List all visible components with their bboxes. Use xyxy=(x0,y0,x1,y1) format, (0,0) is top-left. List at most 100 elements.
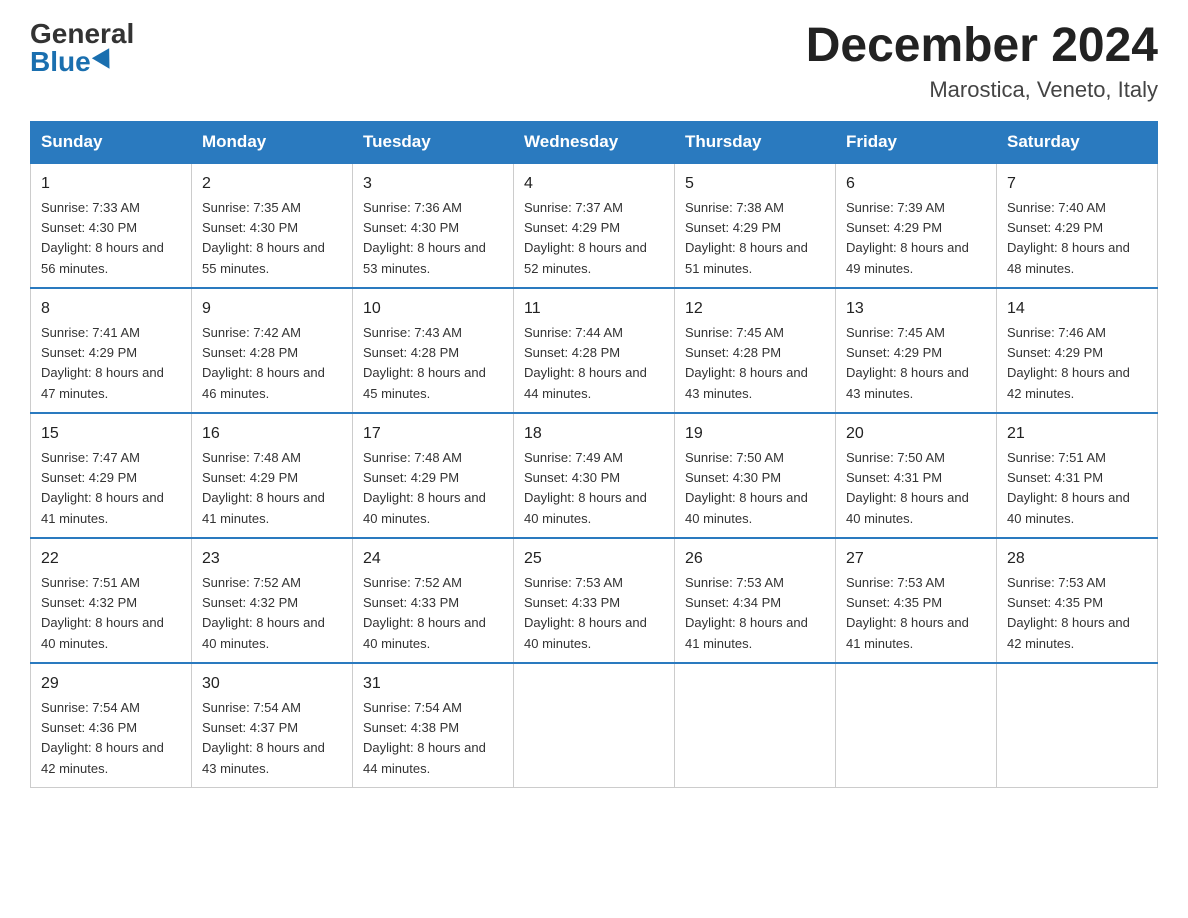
calendar-day-cell: 18 Sunrise: 7:49 AMSunset: 4:30 PMDayligh… xyxy=(514,413,675,538)
day-info: Sunrise: 7:40 AMSunset: 4:29 PMDaylight:… xyxy=(1007,200,1130,276)
day-info: Sunrise: 7:50 AMSunset: 4:31 PMDaylight:… xyxy=(846,450,969,526)
calendar-day-cell: 8 Sunrise: 7:41 AMSunset: 4:29 PMDaylight… xyxy=(31,288,192,413)
calendar-day-cell: 4Sunrise: 7:37 AMSunset: 4:29 PMDaylight… xyxy=(514,163,675,288)
calendar-day-cell xyxy=(675,663,836,788)
day-number: 22 xyxy=(41,547,181,571)
day-info: Sunrise: 7:46 AMSunset: 4:29 PMDaylight:… xyxy=(1007,325,1130,401)
calendar-day-cell: 22 Sunrise: 7:51 AMSunset: 4:32 PMDayligh… xyxy=(31,538,192,663)
day-number: 19 xyxy=(685,422,825,446)
day-number: 25 xyxy=(524,547,664,571)
calendar-day-cell: 12Sunrise: 7:45 AMSunset: 4:28 PMDayligh… xyxy=(675,288,836,413)
calendar-day-cell: 24 Sunrise: 7:52 AMSunset: 4:33 PMDayligh… xyxy=(353,538,514,663)
day-info: Sunrise: 7:36 AMSunset: 4:30 PMDaylight:… xyxy=(363,200,486,276)
day-number: 17 xyxy=(363,422,503,446)
day-number: 30 xyxy=(202,672,342,696)
calendar-day-cell: 5Sunrise: 7:38 AMSunset: 4:29 PMDaylight… xyxy=(675,163,836,288)
col-header-saturday: Saturday xyxy=(997,121,1158,163)
day-info: Sunrise: 7:51 AMSunset: 4:31 PMDaylight:… xyxy=(1007,450,1130,526)
day-info: Sunrise: 7:48 AMSunset: 4:29 PMDaylight:… xyxy=(363,450,486,526)
day-info: Sunrise: 7:41 AMSunset: 4:29 PMDaylight:… xyxy=(41,325,164,401)
calendar-day-cell: 23Sunrise: 7:52 AMSunset: 4:32 PMDayligh… xyxy=(192,538,353,663)
calendar-header-row: SundayMondayTuesdayWednesdayThursdayFrid… xyxy=(31,121,1158,163)
calendar-day-cell: 10 Sunrise: 7:43 AMSunset: 4:28 PMDayligh… xyxy=(353,288,514,413)
col-header-wednesday: Wednesday xyxy=(514,121,675,163)
calendar-day-cell: 21 Sunrise: 7:51 AMSunset: 4:31 PMDayligh… xyxy=(997,413,1158,538)
month-year-title: December 2024 xyxy=(806,20,1158,73)
calendar-day-cell: 30 Sunrise: 7:54 AMSunset: 4:37 PMDayligh… xyxy=(192,663,353,788)
calendar-week-row: 15 Sunrise: 7:47 AMSunset: 4:29 PMDayligh… xyxy=(31,413,1158,538)
day-number: 26 xyxy=(685,547,825,571)
day-info: Sunrise: 7:49 AMSunset: 4:30 PMDaylight:… xyxy=(524,450,647,526)
day-number: 3 xyxy=(363,172,503,196)
day-info: Sunrise: 7:33 AMSunset: 4:30 PMDaylight:… xyxy=(41,200,164,276)
calendar-day-cell: 14 Sunrise: 7:46 AMSunset: 4:29 PMDayligh… xyxy=(997,288,1158,413)
day-info: Sunrise: 7:50 AMSunset: 4:30 PMDaylight:… xyxy=(685,450,808,526)
calendar-day-cell: 28 Sunrise: 7:53 AMSunset: 4:35 PMDayligh… xyxy=(997,538,1158,663)
day-info: Sunrise: 7:47 AMSunset: 4:29 PMDaylight:… xyxy=(41,450,164,526)
day-info: Sunrise: 7:52 AMSunset: 4:33 PMDaylight:… xyxy=(363,575,486,651)
day-number: 1 xyxy=(41,172,181,196)
calendar-day-cell: 15 Sunrise: 7:47 AMSunset: 4:29 PMDayligh… xyxy=(31,413,192,538)
day-number: 7 xyxy=(1007,172,1147,196)
day-info: Sunrise: 7:53 AMSunset: 4:33 PMDaylight:… xyxy=(524,575,647,651)
day-info: Sunrise: 7:45 AMSunset: 4:29 PMDaylight:… xyxy=(846,325,969,401)
day-number: 2 xyxy=(202,172,342,196)
calendar-day-cell: 11 Sunrise: 7:44 AMSunset: 4:28 PMDayligh… xyxy=(514,288,675,413)
logo: General Blue xyxy=(30,20,134,76)
calendar-day-cell: 16Sunrise: 7:48 AMSunset: 4:29 PMDayligh… xyxy=(192,413,353,538)
day-info: Sunrise: 7:53 AMSunset: 4:35 PMDaylight:… xyxy=(1007,575,1130,651)
col-header-thursday: Thursday xyxy=(675,121,836,163)
calendar-day-cell: 27 Sunrise: 7:53 AMSunset: 4:35 PMDayligh… xyxy=(836,538,997,663)
day-number: 8 xyxy=(41,297,181,321)
day-number: 28 xyxy=(1007,547,1147,571)
day-info: Sunrise: 7:53 AMSunset: 4:35 PMDaylight:… xyxy=(846,575,969,651)
calendar-day-cell: 17 Sunrise: 7:48 AMSunset: 4:29 PMDayligh… xyxy=(353,413,514,538)
calendar-day-cell xyxy=(836,663,997,788)
calendar-day-cell: 13Sunrise: 7:45 AMSunset: 4:29 PMDayligh… xyxy=(836,288,997,413)
day-number: 6 xyxy=(846,172,986,196)
calendar-week-row: 8 Sunrise: 7:41 AMSunset: 4:29 PMDaylight… xyxy=(31,288,1158,413)
day-number: 18 xyxy=(524,422,664,446)
day-number: 24 xyxy=(363,547,503,571)
calendar-week-row: 29Sunrise: 7:54 AMSunset: 4:36 PMDayligh… xyxy=(31,663,1158,788)
logo-general-text: General xyxy=(30,20,134,48)
page-header: General Blue December 2024 Marostica, Ve… xyxy=(30,20,1158,103)
logo-triangle-icon xyxy=(92,48,118,74)
day-info: Sunrise: 7:51 AMSunset: 4:32 PMDaylight:… xyxy=(41,575,164,651)
day-info: Sunrise: 7:39 AMSunset: 4:29 PMDaylight:… xyxy=(846,200,969,276)
day-info: Sunrise: 7:54 AMSunset: 4:37 PMDaylight:… xyxy=(202,700,325,776)
calendar-week-row: 1 Sunrise: 7:33 AMSunset: 4:30 PMDaylight… xyxy=(31,163,1158,288)
col-header-tuesday: Tuesday xyxy=(353,121,514,163)
calendar-day-cell: 3 Sunrise: 7:36 AMSunset: 4:30 PMDaylight… xyxy=(353,163,514,288)
calendar-day-cell: 20 Sunrise: 7:50 AMSunset: 4:31 PMDayligh… xyxy=(836,413,997,538)
day-number: 12 xyxy=(685,297,825,321)
day-number: 31 xyxy=(363,672,503,696)
calendar-day-cell: 29Sunrise: 7:54 AMSunset: 4:36 PMDayligh… xyxy=(31,663,192,788)
day-number: 10 xyxy=(363,297,503,321)
calendar-day-cell: 1 Sunrise: 7:33 AMSunset: 4:30 PMDaylight… xyxy=(31,163,192,288)
day-number: 14 xyxy=(1007,297,1147,321)
calendar-week-row: 22 Sunrise: 7:51 AMSunset: 4:32 PMDayligh… xyxy=(31,538,1158,663)
day-number: 9 xyxy=(202,297,342,321)
col-header-sunday: Sunday xyxy=(31,121,192,163)
col-header-friday: Friday xyxy=(836,121,997,163)
calendar-day-cell: 19 Sunrise: 7:50 AMSunset: 4:30 PMDayligh… xyxy=(675,413,836,538)
location-subtitle: Marostica, Veneto, Italy xyxy=(806,77,1158,103)
day-info: Sunrise: 7:43 AMSunset: 4:28 PMDaylight:… xyxy=(363,325,486,401)
calendar-day-cell xyxy=(997,663,1158,788)
calendar-table: SundayMondayTuesdayWednesdayThursdayFrid… xyxy=(30,121,1158,788)
calendar-day-cell: 25 Sunrise: 7:53 AMSunset: 4:33 PMDayligh… xyxy=(514,538,675,663)
calendar-day-cell: 6 Sunrise: 7:39 AMSunset: 4:29 PMDaylight… xyxy=(836,163,997,288)
day-number: 11 xyxy=(524,297,664,321)
day-number: 27 xyxy=(846,547,986,571)
day-info: Sunrise: 7:44 AMSunset: 4:28 PMDaylight:… xyxy=(524,325,647,401)
calendar-day-cell: 2Sunrise: 7:35 AMSunset: 4:30 PMDaylight… xyxy=(192,163,353,288)
day-info: Sunrise: 7:54 AMSunset: 4:38 PMDaylight:… xyxy=(363,700,486,776)
day-number: 15 xyxy=(41,422,181,446)
day-number: 21 xyxy=(1007,422,1147,446)
calendar-day-cell: 31 Sunrise: 7:54 AMSunset: 4:38 PMDayligh… xyxy=(353,663,514,788)
day-info: Sunrise: 7:42 AMSunset: 4:28 PMDaylight:… xyxy=(202,325,325,401)
calendar-day-cell: 9 Sunrise: 7:42 AMSunset: 4:28 PMDaylight… xyxy=(192,288,353,413)
calendar-day-cell: 7 Sunrise: 7:40 AMSunset: 4:29 PMDaylight… xyxy=(997,163,1158,288)
day-number: 20 xyxy=(846,422,986,446)
